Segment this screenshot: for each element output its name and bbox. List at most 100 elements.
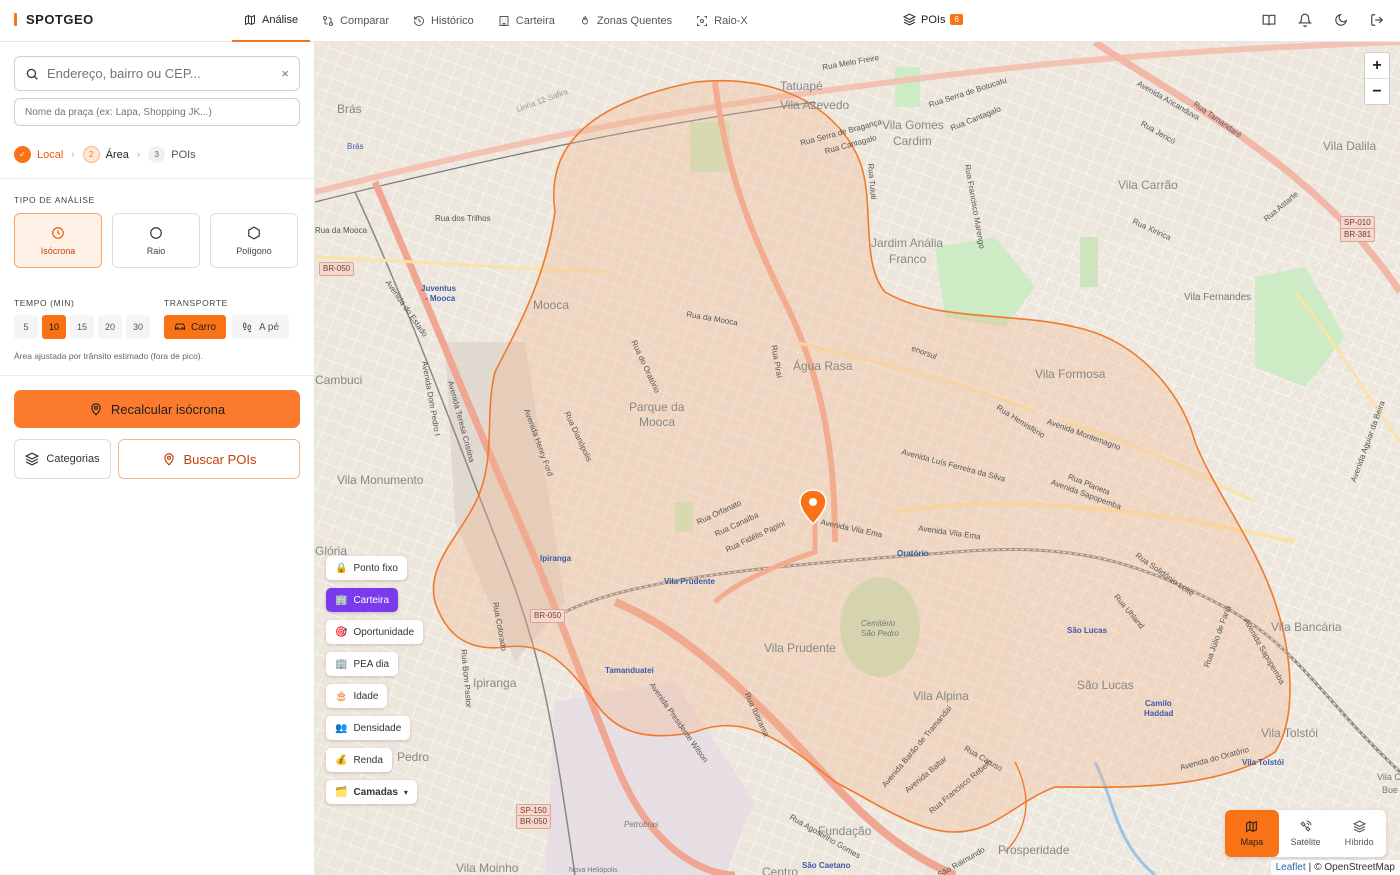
transport-label: Carro: [191, 321, 217, 333]
maptype-hibrido[interactable]: Híbrido: [1332, 810, 1386, 857]
map-view[interactable]: Tatuapé Vila Azevedo Vila Gomes Cardim V…: [315, 42, 1400, 875]
layer-toggles: 🔒 Ponto fixo 🏢 Carteira 🎯 Oportunidade 🏢 PEA…: [326, 556, 424, 804]
place-label: Tatuapé: [780, 79, 823, 93]
layer-label: Ponto fixo: [353, 562, 398, 574]
chevron-right-icon: ›: [136, 149, 141, 160]
folder-icon: 🗂️: [335, 786, 348, 798]
logout-icon[interactable]: [1370, 13, 1384, 27]
leaflet-link[interactable]: Leaflet: [1276, 862, 1306, 873]
place-label: Vila Fernandes: [1184, 292, 1252, 303]
scan-icon: [697, 16, 708, 26]
zoom-out-button[interactable]: −: [1365, 79, 1389, 104]
transport-a-pe[interactable]: A pé: [232, 315, 290, 339]
layer-densidade[interactable]: 👥 Densidade: [326, 716, 411, 740]
place-label: Parque da: [629, 400, 685, 414]
maptype-label: Satélite: [1290, 837, 1321, 847]
praca-field[interactable]: [14, 98, 300, 126]
zoom-control: + −: [1364, 52, 1390, 105]
pois-button[interactable]: POIs 6: [903, 13, 963, 26]
layer-renda[interactable]: 💰 Renda: [326, 748, 392, 772]
place-label: Centro: [762, 865, 799, 875]
zoom-in-button[interactable]: +: [1365, 53, 1389, 79]
place-label: Vila Bancária: [1271, 620, 1342, 634]
time-options: 5 10 15 20 30: [14, 315, 150, 339]
car-icon: [175, 323, 185, 330]
target-icon: 🎯: [335, 626, 348, 638]
maptype-mapa[interactable]: Mapa: [1225, 810, 1279, 857]
type-poligono[interactable]: Polígono: [210, 213, 298, 268]
address-input[interactable]: [47, 66, 282, 81]
layer-carteira[interactable]: 🏢 Carteira: [326, 588, 399, 612]
place-label: Vila Carrão: [1118, 178, 1178, 192]
categories-button[interactable]: Categorias: [14, 439, 111, 479]
app-logo[interactable]: SPOTGEO: [14, 12, 94, 27]
place-label: Vila Formosa: [1035, 367, 1106, 381]
place-label: Vila Prudente: [764, 641, 836, 655]
divider: [0, 375, 315, 376]
step-2-number: 2: [82, 146, 100, 163]
type-isocrona[interactable]: Isócrona: [14, 213, 102, 268]
place-label: Cardim: [893, 134, 932, 148]
layer-pea-dia[interactable]: 🏢 PEA dia: [326, 652, 399, 676]
nav-zonas-quentes[interactable]: Zonas Quentes: [567, 0, 684, 42]
nav-comparar[interactable]: Comparar: [310, 0, 401, 42]
place-label: Jardim Anália: [871, 236, 944, 250]
main-nav: Análise Comparar Histórico Carteira Zona…: [232, 0, 760, 42]
map-pin-icon: [91, 403, 101, 416]
place-label: São Lucas: [1077, 678, 1134, 692]
analysis-type-title: TIPO DE ANÁLISE: [14, 195, 95, 205]
place-label: Vila Monumento: [337, 473, 424, 487]
time-option-selected[interactable]: 10: [42, 315, 66, 339]
layer-label: Idade: [353, 690, 379, 702]
layer-oportunidade[interactable]: 🎯 Oportunidade: [326, 620, 424, 644]
circle-icon: [150, 226, 162, 239]
place-label: Vila C: [1377, 772, 1400, 782]
layer-label: Carteira: [353, 594, 390, 606]
time-option[interactable]: 30: [126, 315, 150, 339]
nav-historico[interactable]: Histórico: [401, 0, 486, 42]
transport-options: Carro A pé: [164, 315, 290, 339]
flame-icon: [581, 15, 588, 25]
clear-search-button[interactable]: ×: [281, 66, 289, 81]
layers-dropdown[interactable]: 🗂️ Camadas ▾: [326, 780, 417, 804]
compare-icon: [323, 16, 334, 26]
step-3-number: 3: [148, 146, 166, 163]
nav-carteira[interactable]: Carteira: [486, 0, 567, 42]
nav-label: Comparar: [340, 15, 389, 27]
step-3-label[interactable]: POIs: [171, 149, 195, 161]
search-pois-button[interactable]: Buscar POIs: [118, 439, 300, 479]
recalc-isochrone-button[interactable]: Recalcular isócrona: [14, 390, 300, 428]
step-2-label[interactable]: Área: [106, 149, 129, 161]
transport-carro[interactable]: Carro: [164, 315, 227, 339]
place-label: Tamanduateí: [605, 666, 654, 675]
layer-idade[interactable]: 🎂 Idade: [326, 684, 388, 708]
time-option[interactable]: 15: [70, 315, 94, 339]
book-icon[interactable]: [1262, 13, 1276, 27]
top-bar: SPOTGEO Análise Comparar Histórico Carte…: [0, 0, 1400, 42]
bell-icon[interactable]: [1298, 13, 1312, 27]
nav-label: Análise: [262, 14, 299, 26]
history-icon: [413, 15, 424, 26]
road-shield: BR-050: [530, 609, 566, 623]
time-option[interactable]: 5: [14, 315, 38, 339]
type-raio[interactable]: Raio: [112, 213, 200, 268]
traffic-note: Área ajustada por trânsito estimado (for…: [14, 351, 203, 361]
moon-icon[interactable]: [1334, 13, 1348, 27]
street-label: Brás: [347, 142, 364, 151]
divider: [0, 178, 315, 179]
nav-raio-x[interactable]: Raio-X: [684, 0, 760, 42]
step-1-label[interactable]: Local: [37, 149, 63, 161]
maptype-satelite[interactable]: Satélite: [1279, 810, 1333, 857]
time-option[interactable]: 20: [98, 315, 122, 339]
praca-input[interactable]: [15, 99, 299, 125]
place-label: Petrobras: [624, 820, 659, 829]
address-search[interactable]: ×: [14, 56, 300, 91]
nav-analise[interactable]: Análise: [232, 0, 311, 42]
maptype-label: Mapa: [1240, 837, 1264, 847]
nav-label: Histórico: [430, 15, 474, 27]
osm-link[interactable]: © OpenStreetMap: [1314, 862, 1395, 873]
layers-icon: [1352, 820, 1366, 833]
transport-title: TRANSPORTE: [164, 298, 228, 308]
layer-ponto-fixo[interactable]: 🔒 Ponto fixo: [326, 556, 407, 580]
logo-bar: [14, 13, 17, 26]
